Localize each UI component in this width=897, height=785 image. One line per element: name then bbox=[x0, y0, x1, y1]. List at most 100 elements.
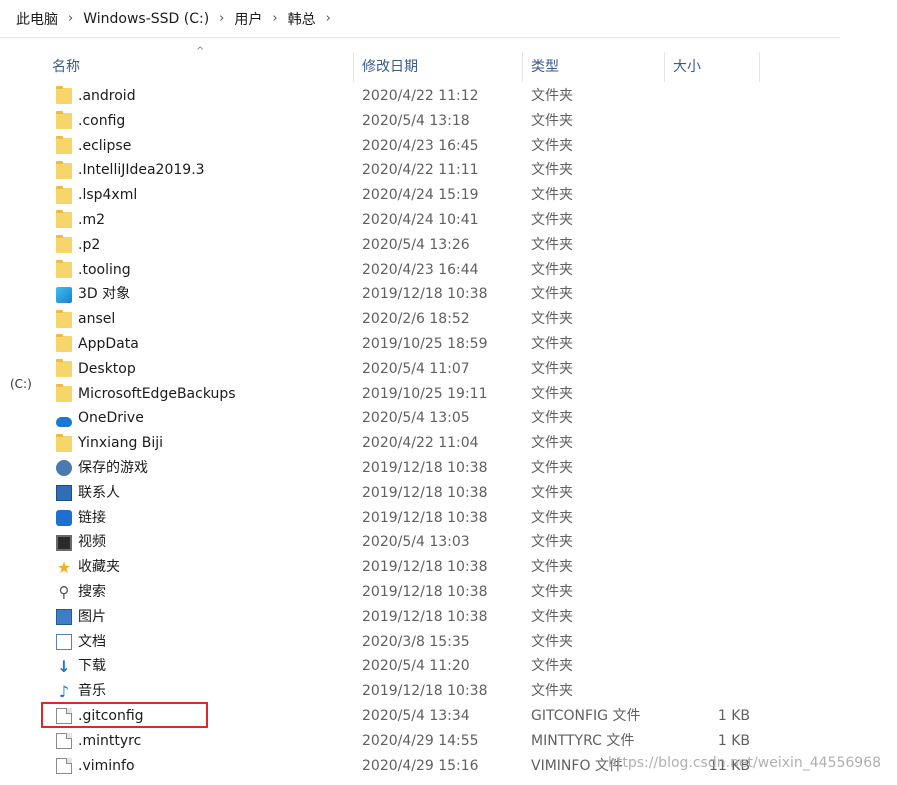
folder-icon bbox=[56, 309, 72, 328]
breadcrumb-users[interactable]: 用户 bbox=[234, 9, 262, 29]
folder-icon bbox=[56, 111, 72, 130]
file-type: GITCONFIG 文件 bbox=[531, 707, 641, 724]
file-date: 2020/5/4 13:34 bbox=[362, 707, 470, 724]
file-row[interactable]: MicrosoftEdgeBackups 2019/10/25 19:11 文件夹 bbox=[44, 382, 760, 407]
file-name: .minttyrc bbox=[78, 732, 142, 749]
column-header-size[interactable]: 大小 bbox=[665, 52, 760, 82]
file-name-cell[interactable]: OneDrive bbox=[56, 406, 144, 431]
file-date: 2020/4/23 16:45 bbox=[362, 137, 479, 154]
file-name-cell[interactable]: MicrosoftEdgeBackups bbox=[56, 382, 236, 407]
file-row[interactable]: .config 2020/5/4 13:18 文件夹 bbox=[44, 109, 760, 134]
file-row[interactable]: Desktop 2020/5/4 11:07 文件夹 bbox=[44, 357, 760, 382]
file-name: .tooling bbox=[78, 261, 131, 278]
chevron-right-icon[interactable]: › bbox=[326, 11, 331, 26]
file-date: 2020/4/29 14:55 bbox=[362, 732, 479, 749]
file-name-cell[interactable]: .eclipse bbox=[56, 134, 131, 159]
file-row[interactable]: 链接 2019/12/18 10:38 文件夹 bbox=[44, 506, 760, 531]
chevron-right-icon[interactable]: › bbox=[219, 11, 224, 26]
file-row[interactable]: 联系人 2019/12/18 10:38 文件夹 bbox=[44, 481, 760, 506]
file-name-cell[interactable]: .p2 bbox=[56, 233, 100, 258]
file-name-cell[interactable]: .lsp4xml bbox=[56, 183, 137, 208]
folder-icon bbox=[56, 359, 72, 378]
file-row[interactable]: 文档 2020/3/8 15:35 文件夹 bbox=[44, 630, 760, 655]
file-name: 收藏夹 bbox=[78, 559, 120, 576]
column-header: ^ 名称 修改日期 类型 大小 bbox=[44, 46, 760, 82]
file-name: 音乐 bbox=[78, 683, 106, 700]
file-date: 2020/5/4 13:18 bbox=[362, 112, 470, 129]
file-type: 文件夹 bbox=[531, 459, 573, 476]
file-name: .lsp4xml bbox=[78, 187, 138, 204]
file-size: 1 KB bbox=[717, 732, 750, 749]
file-row[interactable]: 3D 对象 2019/12/18 10:38 文件夹 bbox=[44, 282, 760, 307]
breadcrumb-drive[interactable]: Windows-SSD (C:) bbox=[83, 11, 209, 27]
file-date: 2020/5/4 13:26 bbox=[362, 236, 470, 253]
file-row[interactable]: 图片 2019/12/18 10:38 文件夹 bbox=[44, 605, 760, 630]
file-name-cell[interactable]: Desktop bbox=[56, 357, 136, 382]
file-row[interactable]: ★ 收藏夹 2019/12/18 10:38 文件夹 bbox=[44, 555, 760, 580]
file-row[interactable]: .m2 2020/4/24 10:41 文件夹 bbox=[44, 208, 760, 233]
file-date: 2020/4/22 11:12 bbox=[362, 88, 479, 104]
file-name-cell[interactable]: ansel bbox=[56, 307, 115, 332]
file-name-cell[interactable]: 3D 对象 bbox=[56, 282, 130, 307]
file-type: 文件夹 bbox=[531, 360, 573, 377]
file-name-cell[interactable]: .minttyrc bbox=[56, 729, 141, 754]
file-row[interactable]: .p2 2020/5/4 13:26 文件夹 bbox=[44, 233, 760, 258]
file-name: Desktop bbox=[78, 360, 136, 377]
column-header-type[interactable]: 类型 bbox=[523, 52, 665, 82]
folder-icon bbox=[56, 210, 72, 229]
file-name-cell[interactable]: Yinxiang Biji bbox=[56, 431, 163, 456]
file-date: 2019/12/18 10:38 bbox=[362, 459, 488, 476]
file-name: .m2 bbox=[78, 211, 105, 228]
file-row[interactable]: ↓ 下载 2020/5/4 11:20 文件夹 bbox=[44, 654, 760, 679]
file-name-cell[interactable]: ★ 收藏夹 bbox=[56, 555, 120, 580]
column-header-name[interactable]: 名称 bbox=[44, 52, 354, 82]
file-row[interactable]: .IntelliJIdea2019.3 2020/4/22 11:11 文件夹 bbox=[44, 158, 760, 183]
file-row[interactable]: .minttyrc 2020/4/29 14:55 MINTTYRC 文件 1 KB bbox=[44, 729, 760, 754]
downloads-icon: ↓ bbox=[57, 656, 71, 676]
file-row[interactable]: .tooling 2020/4/23 16:44 文件夹 bbox=[44, 258, 760, 283]
file-name: AppData bbox=[78, 335, 139, 352]
file-date: 2020/4/24 15:19 bbox=[362, 187, 479, 204]
file-row[interactable]: ansel 2020/2/6 18:52 文件夹 bbox=[44, 307, 760, 332]
file-row[interactable]: 保存的游戏 2019/12/18 10:38 文件夹 bbox=[44, 456, 760, 481]
nav-pane-drive-label[interactable]: (C:) bbox=[10, 377, 32, 391]
file-name-cell[interactable]: .viminfo bbox=[56, 754, 135, 779]
file-name-cell[interactable]: .tooling bbox=[56, 258, 131, 283]
file-name-cell[interactable]: ⚲ 搜索 bbox=[56, 580, 107, 605]
chevron-right-icon[interactable]: › bbox=[272, 11, 277, 26]
file-name-cell[interactable]: ♪ 音乐 bbox=[56, 679, 106, 704]
file-row[interactable]: .lsp4xml 2020/4/24 15:19 文件夹 bbox=[44, 183, 760, 208]
file-name-cell[interactable]: 保存的游戏 bbox=[56, 456, 148, 481]
breadcrumb-user-folder[interactable]: 韩总 bbox=[288, 9, 316, 29]
file-name-cell[interactable]: .m2 bbox=[56, 208, 105, 233]
file-row[interactable]: .android 2020/4/22 11:12 文件夹 bbox=[44, 84, 760, 109]
file-row[interactable]: OneDrive 2020/5/4 13:05 文件夹 bbox=[44, 406, 760, 431]
file-name-cell[interactable]: ↓ 下载 bbox=[56, 654, 106, 679]
file-name-cell[interactable]: 文档 bbox=[56, 630, 106, 655]
file-row[interactable]: AppData 2019/10/25 18:59 文件夹 bbox=[44, 332, 760, 357]
file-name: .android bbox=[78, 88, 136, 104]
file-row[interactable]: 视频 2020/5/4 13:03 文件夹 bbox=[44, 530, 760, 555]
file-name-cell[interactable]: 视频 bbox=[56, 530, 106, 555]
file-date: 2020/4/23 16:44 bbox=[362, 261, 479, 278]
file-name-cell[interactable]: 联系人 bbox=[56, 481, 120, 506]
chevron-right-icon[interactable]: › bbox=[68, 11, 73, 26]
file-size: 1 KB bbox=[717, 707, 750, 724]
file-name-cell[interactable]: 图片 bbox=[56, 605, 106, 630]
file-name-cell[interactable]: .android bbox=[56, 84, 136, 109]
file-name-cell[interactable]: .config bbox=[56, 109, 125, 134]
folder-icon bbox=[56, 259, 72, 278]
file-name: Yinxiang Biji bbox=[78, 435, 164, 452]
column-header-date[interactable]: 修改日期 bbox=[354, 52, 523, 82]
file-date: 2020/5/4 11:07 bbox=[362, 360, 470, 377]
file-row[interactable]: .eclipse 2020/4/23 16:45 文件夹 bbox=[44, 134, 760, 159]
breadcrumb-this-pc[interactable]: 此电脑 bbox=[16, 9, 58, 29]
file-row[interactable]: Yinxiang Biji 2020/4/22 11:04 文件夹 bbox=[44, 431, 760, 456]
file-row[interactable]: ♪ 音乐 2019/12/18 10:38 文件夹 bbox=[44, 679, 760, 704]
file-name-cell[interactable]: .IntelliJIdea2019.3 bbox=[56, 158, 205, 183]
file-name-cell[interactable]: 链接 bbox=[56, 506, 106, 531]
file-type: 文件夹 bbox=[531, 658, 573, 675]
file-row[interactable]: ⚲ 搜索 2019/12/18 10:38 文件夹 bbox=[44, 580, 760, 605]
file-date: 2020/4/22 11:04 bbox=[362, 435, 479, 452]
file-name-cell[interactable]: AppData bbox=[56, 332, 139, 357]
